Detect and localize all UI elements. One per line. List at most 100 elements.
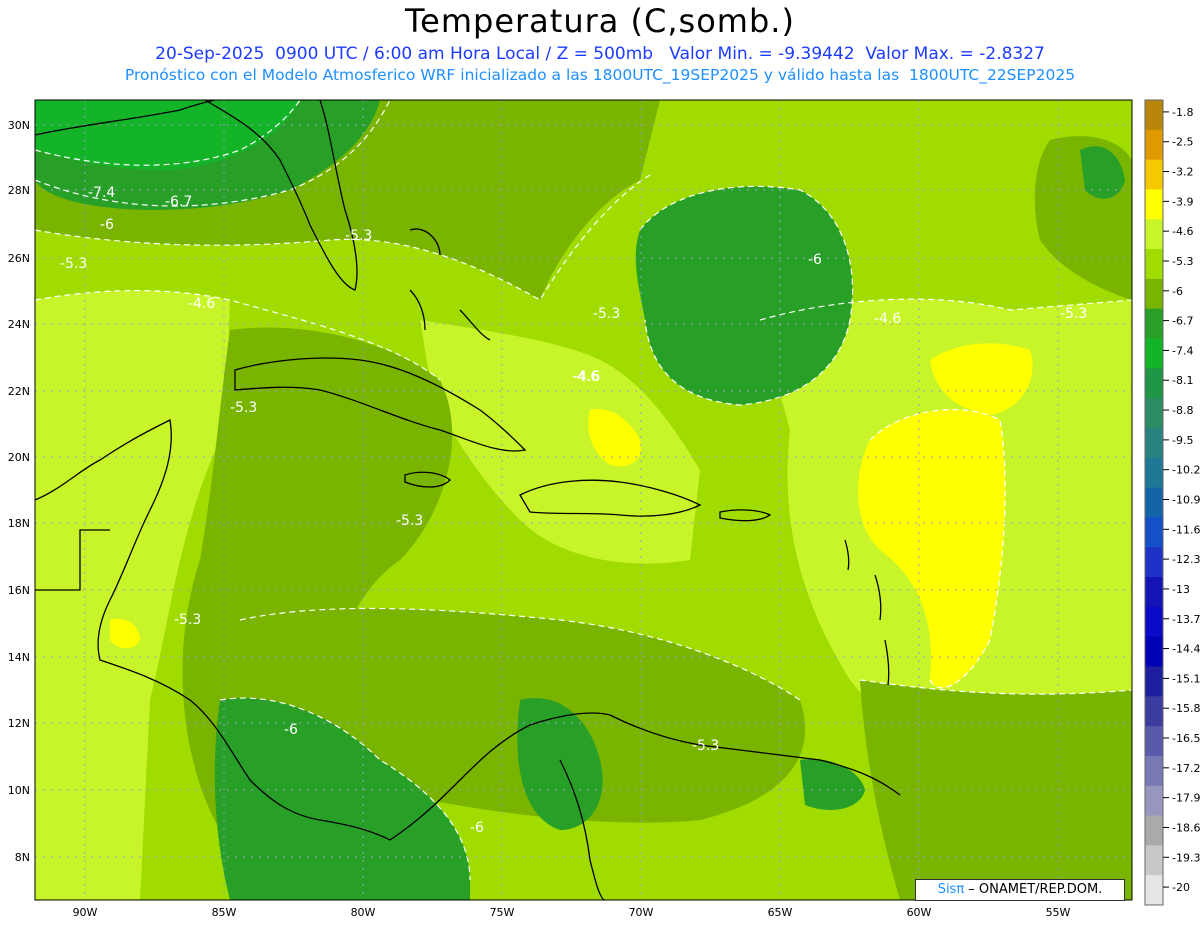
- lat-tick-18n: 18N: [8, 517, 30, 530]
- colorbar-label: -20: [1172, 881, 1190, 894]
- lat-tick-28n: 28N: [8, 184, 30, 197]
- lat-tick-14n: 14N: [8, 651, 30, 664]
- field-cold-core-atlantic: [635, 186, 853, 405]
- lon-tick-75w: 75W: [490, 906, 515, 919]
- colorbar-label: -16.5: [1172, 732, 1200, 745]
- contour-label: -4.6: [874, 311, 901, 327]
- colorbar-swatch: [1145, 875, 1163, 906]
- colorbar-label: -8.8: [1172, 404, 1193, 417]
- colorbar-label: -14.4: [1172, 643, 1200, 656]
- colorbar-label: -5.3: [1172, 255, 1193, 268]
- longitude-axis: 90W 85W 80W 75W 70W 65W 60W 55W: [73, 906, 1071, 919]
- colorbar-swatch: [1145, 308, 1163, 340]
- colorbar-swatch: [1145, 606, 1163, 638]
- colorbar-label: -13.7: [1172, 613, 1200, 626]
- contour-label: -5.3: [396, 513, 423, 529]
- colorbar-label: -4.6: [1172, 225, 1193, 238]
- colorbar-swatch: [1145, 845, 1163, 876]
- colorbar-swatch: [1145, 427, 1163, 459]
- temperature-map: 30N 28N 26N 24N 22N 20N 18N 16N 14N 12N …: [8, 99, 1200, 919]
- colorbar-label: -8.1: [1172, 374, 1193, 387]
- colorbar-swatch: [1145, 547, 1163, 578]
- lon-tick-60w: 60W: [907, 906, 932, 919]
- colorbar-label: -6.7: [1172, 315, 1193, 328]
- lon-tick-90w: 90W: [73, 906, 98, 919]
- colorbar-label: -18.6: [1172, 821, 1200, 834]
- contour-label: -5.3: [593, 306, 620, 322]
- contour-label: -6: [808, 252, 822, 268]
- contour-label: -7.4: [88, 185, 115, 201]
- lon-tick-55w: 55W: [1046, 906, 1071, 919]
- lat-tick-30n: 30N: [8, 119, 30, 132]
- colorbar-label: -7.4: [1172, 344, 1193, 357]
- colorbar-swatch: [1145, 726, 1163, 757]
- contour-label: -5.3: [692, 738, 719, 754]
- colorbar-swatch: [1145, 577, 1163, 608]
- lat-tick-24n: 24N: [8, 318, 30, 331]
- contour-label: -4.6: [188, 296, 215, 312]
- sispi-logo-text: Sisπ: [937, 882, 965, 897]
- colorbar-label: -10.9: [1172, 494, 1200, 507]
- colorbar-swatch: [1145, 278, 1163, 310]
- colorbar-label: -15.1: [1172, 672, 1200, 685]
- colorbar-swatch: [1145, 159, 1163, 190]
- colorbar-swatch: [1145, 249, 1163, 280]
- colorbar-swatch: [1145, 517, 1163, 548]
- contour-label: -4.6: [573, 369, 600, 385]
- colorbar-swatch: [1145, 368, 1163, 399]
- colorbar-swatch: [1145, 129, 1163, 161]
- colorbar-swatch: [1145, 100, 1163, 131]
- colorbar-swatch: [1145, 487, 1163, 518]
- colorbar-swatch: [1145, 785, 1163, 817]
- colorbar-swatch: [1145, 457, 1163, 489]
- lon-tick-85w: 85W: [212, 906, 237, 919]
- colorbar-swatch: [1145, 219, 1163, 250]
- lat-tick-22n: 22N: [8, 385, 30, 398]
- colorbar-label: -2.5: [1172, 136, 1193, 149]
- colorbar-swatch: [1145, 398, 1163, 429]
- colorbar-label: -17.9: [1172, 792, 1200, 805]
- lon-tick-70w: 70W: [629, 906, 654, 919]
- lat-tick-10n: 10N: [8, 784, 30, 797]
- lat-tick-26n: 26N: [8, 252, 30, 265]
- contour-label: -5.3: [174, 612, 201, 628]
- onamet-credit: – ONAMET/REP.DOM.: [964, 882, 1103, 897]
- colorbar-swatch: [1145, 755, 1163, 787]
- lon-tick-65w: 65W: [768, 906, 793, 919]
- contour-label: -5.3: [1060, 306, 1087, 322]
- colorbar: -1.8 -2.5 -3.2 -3.9 -4.6 -5.3 -6 -6.7 -7.4 -8.1 -8…: [1144, 99, 1200, 906]
- colorbar-swatch: [1145, 666, 1163, 697]
- contour-label: -6: [100, 217, 114, 233]
- lat-tick-16n: 16N: [8, 584, 30, 597]
- colorbar-swatch: [1145, 815, 1163, 846]
- colorbar-label: -1.8: [1172, 106, 1193, 119]
- lon-tick-80w: 80W: [351, 906, 376, 919]
- contour-label: -5.3: [345, 228, 372, 244]
- colorbar-swatch: [1145, 636, 1163, 667]
- colorbar-label: -6: [1172, 285, 1183, 298]
- temperature-field: [35, 100, 1132, 900]
- colorbar-label: -9.5: [1172, 434, 1193, 447]
- colorbar-label: -3.2: [1172, 166, 1193, 179]
- colorbar-label: -13: [1172, 583, 1190, 596]
- lat-tick-12n: 12N: [8, 717, 30, 730]
- colorbar-label: -3.9: [1172, 195, 1193, 208]
- lat-tick-8n: 8N: [15, 851, 30, 864]
- colorbar-label: -11.6: [1172, 523, 1200, 536]
- contour-label: -5.3: [60, 256, 87, 272]
- colorbar-swatch: [1145, 338, 1163, 369]
- contour-label: -5.3: [230, 400, 257, 416]
- colorbar-label: -17.2: [1172, 762, 1200, 775]
- colorbar-swatch: [1145, 696, 1163, 727]
- contour-label: -6.7: [165, 194, 192, 210]
- contour-label: -6: [284, 722, 298, 738]
- contour-label: -6: [470, 820, 484, 836]
- colorbar-label: -10.2: [1172, 464, 1200, 477]
- lat-tick-20n: 20N: [8, 451, 30, 464]
- credit-box: Sisπ – ONAMET/REP.DOM.: [915, 879, 1125, 901]
- latitude-axis: 30N 28N 26N 24N 22N 20N 18N 16N 14N 12N …: [8, 119, 30, 864]
- colorbar-swatch: [1145, 189, 1163, 220]
- colorbar-label: -15.8: [1172, 702, 1200, 715]
- colorbar-label: -12.3: [1172, 553, 1200, 566]
- colorbar-label: -19.3: [1172, 851, 1200, 864]
